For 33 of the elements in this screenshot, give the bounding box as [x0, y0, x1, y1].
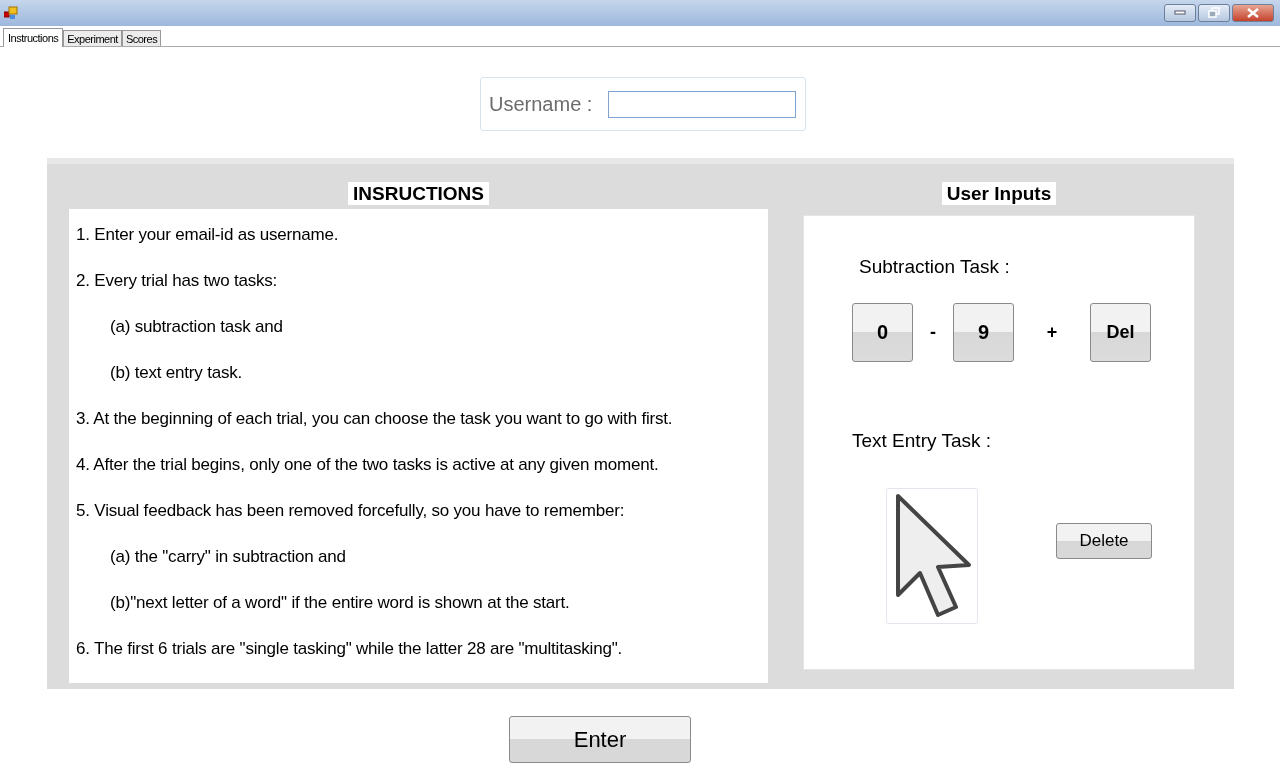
tab[interactable]: Scores	[121, 30, 162, 46]
instruction-line: (a) the "carry" in subtraction and	[109, 546, 347, 568]
operator-sign: +	[1045, 322, 1059, 343]
instruction-line: 3. At the beginning of each trial, you can choose the task you want to go with first.	[76, 408, 674, 430]
subtraction-task-label: Subtraction Task :	[859, 256, 1010, 278]
close-icon	[1246, 8, 1260, 18]
instruction-line: 6. The first 6 trials are "single tasking" while the latter 28 are "multitasking".	[76, 638, 623, 660]
instruction-line: (b) text entry task.	[109, 362, 244, 384]
close-button[interactable]	[1232, 4, 1274, 22]
minimize-button[interactable]	[1164, 4, 1196, 22]
key-button[interactable]: Del	[1090, 303, 1151, 362]
key-button[interactable]: 0	[852, 303, 913, 362]
key-button[interactable]: 9	[953, 303, 1014, 362]
instruction-line: (a) subtraction task and	[109, 316, 284, 338]
operator-sign: -	[929, 322, 937, 343]
instruction-line: 4. After the trial begins, only one of the two tasks is active at any given moment.	[76, 454, 660, 476]
instructions-heading: INSRUCTIONS	[348, 182, 489, 205]
user-inputs-heading: User Inputs	[941, 182, 1057, 205]
enter-button[interactable]: Enter	[509, 716, 691, 763]
instruction-line: 5. Visual feedback has been removed forcefully, so you have to remember:	[76, 500, 626, 522]
restore-button[interactable]	[1198, 4, 1230, 22]
delete-button[interactable]: Delete	[1056, 523, 1152, 559]
username-label: Username :	[489, 92, 593, 116]
instruction-line: 1. Enter your email-id as username.	[76, 224, 340, 246]
tab[interactable]: Experiment	[63, 30, 122, 46]
instruction-line: (b)"next letter of a word" if the entire word is shown at the start.	[109, 592, 571, 614]
minimize-icon	[1174, 10, 1186, 16]
app-icon	[4, 6, 18, 20]
instruction-line: 2. Every trial has two tasks:	[76, 270, 279, 292]
username-field[interactable]	[608, 90, 797, 118]
restore-icon	[1208, 7, 1220, 19]
text-entry-task-label: Text Entry Task :	[852, 430, 992, 452]
tab[interactable]: Instructions	[3, 28, 64, 47]
